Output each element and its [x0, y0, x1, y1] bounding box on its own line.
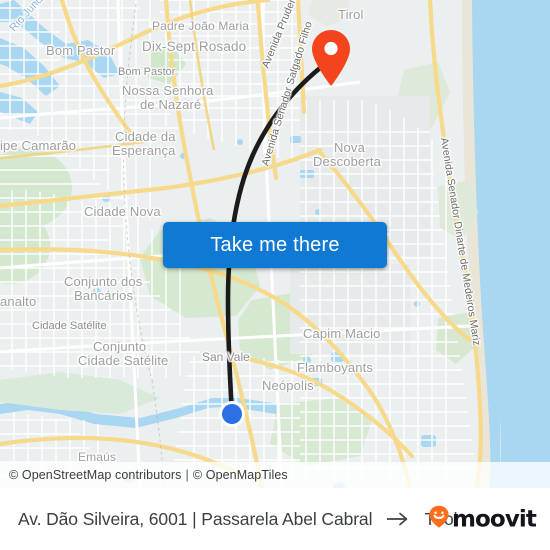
moovit-pin-icon: [428, 505, 450, 534]
openstreetmap-attribution-link[interactable]: © OpenStreetMap contributors: [9, 468, 182, 482]
moovit-trip-map-screen: Rio Jund Bom Pastor Padre João Maria Dix…: [0, 0, 550, 550]
moovit-wordmark: moovit: [451, 506, 537, 532]
trip-origin-label: Av. Dão Silveira, 6001 | Passarela Abel …: [18, 508, 373, 529]
trip-footer-bar: Av. Dão Silveira, 6001 | Passarela Abel …: [0, 488, 550, 550]
map-canvas[interactable]: Rio Jund Bom Pastor Padre João Maria Dix…: [0, 0, 550, 488]
take-me-there-button[interactable]: Take me there: [163, 222, 387, 268]
arrow-right-icon: [386, 512, 411, 526]
take-me-there-label: Take me there: [210, 233, 340, 256]
openmaptiles-attribution-link[interactable]: © OpenMapTiles: [193, 468, 288, 482]
trip-route-summary: Av. Dão Silveira, 6001 | Passarela Abel …: [18, 508, 458, 530]
attribution-separator: |: [185, 468, 189, 482]
moovit-logo[interactable]: moovit: [428, 505, 537, 534]
origin-dot-marker: [219, 401, 245, 427]
map-attribution-bar: © OpenStreetMap contributors | © OpenMap…: [0, 462, 550, 488]
